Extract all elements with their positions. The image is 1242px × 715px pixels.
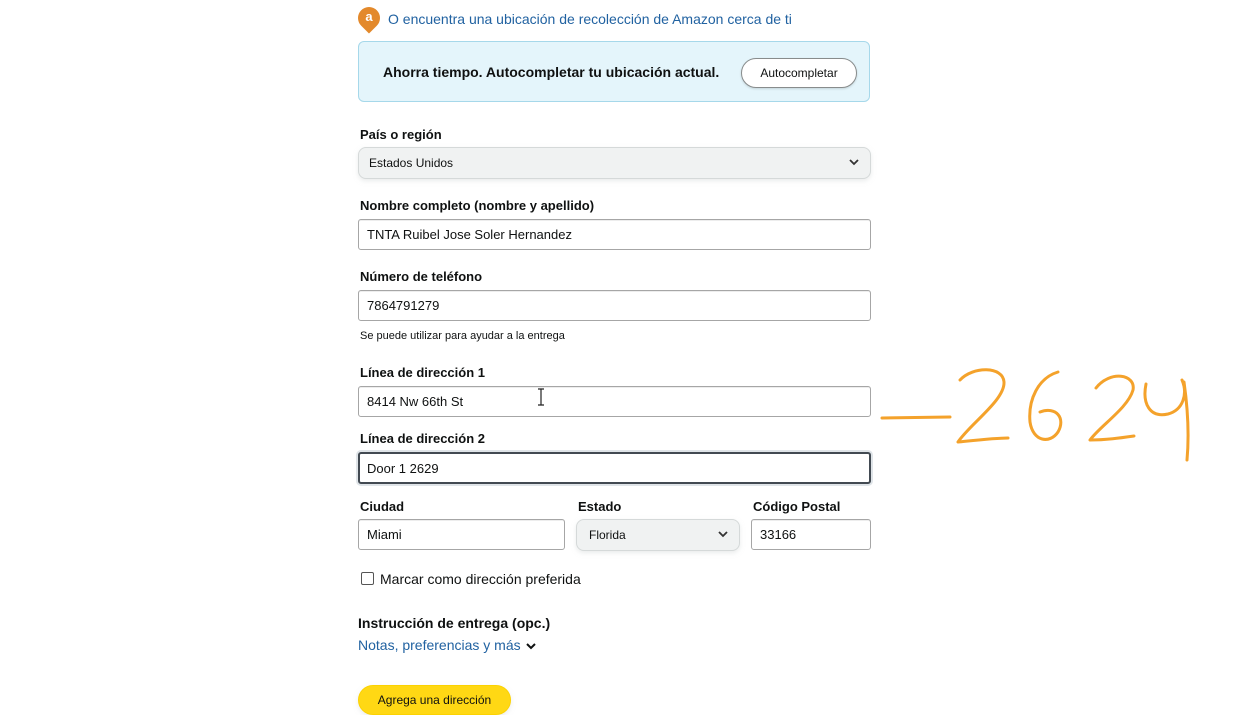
autocomplete-banner: Ahorra tiempo. Autocompletar tu ubicació… bbox=[358, 41, 870, 102]
phone-hint: Se puede utilizar para ayudar a la entre… bbox=[360, 330, 565, 342]
delivery-notes-text: Notas, preferencias y más bbox=[358, 637, 521, 653]
city-input[interactable] bbox=[358, 519, 565, 550]
handwritten-annotation bbox=[880, 368, 1190, 462]
add-address-button[interactable]: Agrega una dirección bbox=[358, 685, 511, 715]
delivery-notes-link[interactable]: Notas, preferencias y más bbox=[358, 637, 537, 653]
state-label: Estado bbox=[578, 499, 622, 514]
delivery-instructions-label: Instrucción de entrega (opc.) bbox=[358, 615, 551, 631]
pickup-location-link[interactable]: O encuentra una ubicación de recolección… bbox=[388, 11, 792, 27]
preferred-address-checkbox[interactable] bbox=[361, 572, 374, 585]
full-name-input[interactable] bbox=[358, 219, 871, 250]
text-cursor-icon bbox=[538, 388, 544, 406]
full-name-label: Nombre completo (nombre y apellido) bbox=[360, 198, 595, 213]
phone-input[interactable] bbox=[358, 290, 871, 321]
amazon-pin-icon: a bbox=[353, 2, 385, 34]
state-value: Florida bbox=[589, 528, 626, 542]
country-value: Estados Unidos bbox=[369, 156, 454, 170]
chevron-down-icon bbox=[525, 643, 536, 650]
autocomplete-button[interactable]: Autocompletar bbox=[741, 58, 857, 88]
country-select[interactable]: Estados Unidos bbox=[358, 147, 871, 179]
preferred-address-label: Marcar como dirección preferida bbox=[380, 571, 581, 587]
phone-label: Número de teléfono bbox=[360, 269, 483, 284]
state-select[interactable]: Florida bbox=[576, 519, 740, 551]
address-line1-label: Línea de dirección 1 bbox=[360, 365, 485, 380]
zip-label: Código Postal bbox=[753, 499, 841, 514]
autocomplete-text: Ahorra tiempo. Autocompletar tu ubicació… bbox=[383, 64, 720, 80]
address-line2-input[interactable] bbox=[358, 452, 871, 484]
country-label: País o región bbox=[360, 127, 442, 142]
zip-input[interactable] bbox=[751, 519, 871, 550]
address-line2-label: Línea de dirección 2 bbox=[360, 431, 485, 446]
preferred-address-row[interactable]: Marcar como dirección preferida bbox=[361, 571, 581, 587]
city-label: Ciudad bbox=[360, 499, 405, 514]
chevron-down-icon bbox=[718, 531, 728, 538]
chevron-down-icon bbox=[849, 159, 859, 166]
address-line1-input[interactable] bbox=[358, 386, 871, 417]
